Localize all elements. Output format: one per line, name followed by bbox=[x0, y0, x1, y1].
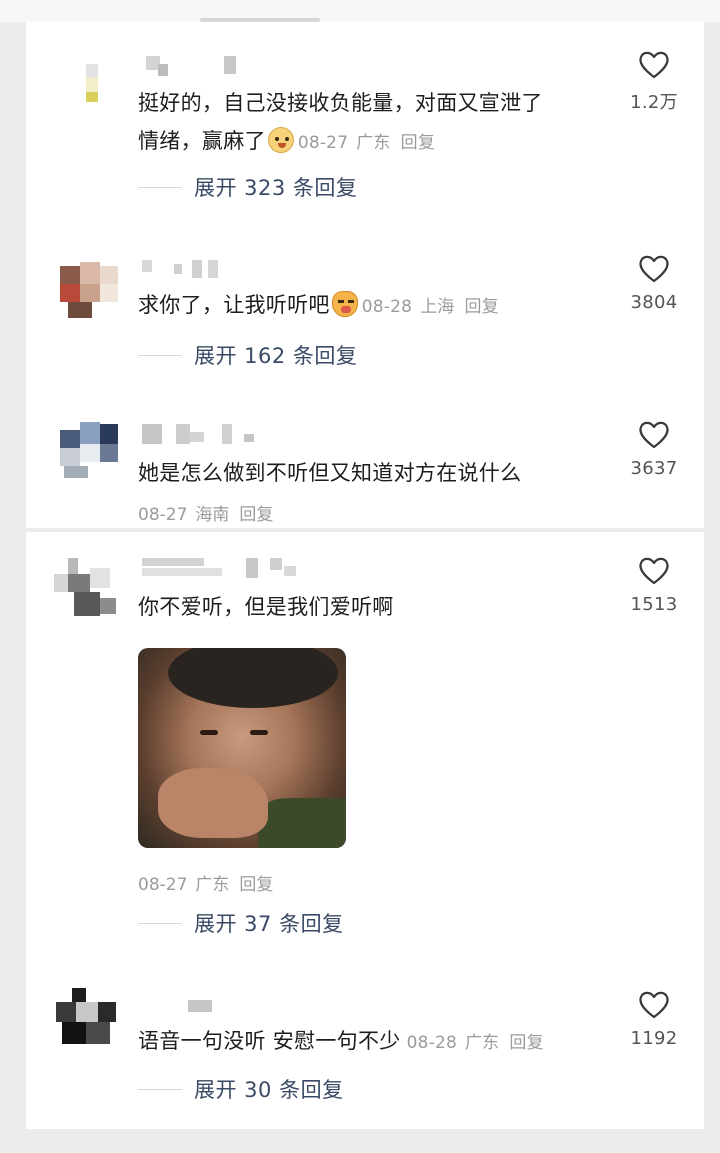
smirk-dog-emoji-icon bbox=[267, 127, 294, 153]
comment-meta: 08-28 广东 回复 bbox=[407, 1033, 544, 1053]
comment-text: 求你了，让我听听吧 08-28 上海 回复 bbox=[138, 286, 618, 326]
comment-location: 广东 bbox=[464, 1033, 500, 1053]
photo-eye bbox=[250, 730, 268, 735]
reply-button[interactable]: 回复 bbox=[239, 875, 273, 895]
photo-hand bbox=[158, 768, 268, 838]
expand-replies-label: 展开 30 条回复 bbox=[194, 1078, 344, 1102]
expand-divider bbox=[138, 354, 182, 356]
comment-text-line2: 情绪，赢麻了 bbox=[138, 129, 266, 153]
comment-location: 广东 bbox=[195, 875, 230, 895]
expand-replies-label: 展开 37 条回复 bbox=[194, 912, 344, 936]
username-blurred[interactable] bbox=[138, 996, 338, 1018]
photo-shirt bbox=[258, 798, 346, 848]
expand-replies-button[interactable]: 展开 37 条回复 bbox=[138, 908, 344, 938]
comment-meta: 08-27 海南 回复 bbox=[138, 500, 273, 525]
photo-eye bbox=[200, 730, 218, 735]
comment-location: 海南 bbox=[195, 505, 230, 525]
comment-meta: 08-27 广东 回复 bbox=[138, 870, 273, 895]
heart-outline-icon bbox=[639, 421, 669, 449]
like-count: 3637 bbox=[630, 458, 678, 479]
expand-divider bbox=[138, 1088, 182, 1090]
meme-photo[interactable] bbox=[138, 648, 346, 848]
avatar[interactable] bbox=[78, 64, 126, 124]
comment-text: 挺好的，自己没接收负能量，对面又宣泄了 情绪，赢麻了 08-27 广东 回复 bbox=[138, 84, 618, 162]
comment-date: 08-27 bbox=[138, 505, 188, 525]
heart-outline-icon bbox=[639, 557, 669, 585]
username-blurred[interactable] bbox=[138, 422, 338, 444]
like-button[interactable]: 3637 bbox=[622, 420, 686, 479]
like-button[interactable]: 3804 bbox=[622, 254, 686, 313]
photo-hair bbox=[168, 648, 338, 708]
comment-location: 广东 bbox=[356, 133, 391, 153]
expand-replies-label: 展开 162 条回复 bbox=[194, 344, 358, 368]
comment-text: 你不爱听，但是我们爱听啊 bbox=[138, 595, 394, 619]
heart-outline-icon bbox=[639, 51, 669, 79]
expand-replies-button[interactable]: 展开 323 条回复 bbox=[138, 172, 357, 202]
top-bar bbox=[0, 0, 720, 22]
heart-outline-icon bbox=[639, 991, 669, 1019]
comment-text: 她是怎么做到不听但又知道对方在说什么 bbox=[138, 461, 522, 485]
crying-cat-emoji-icon bbox=[331, 291, 358, 317]
avatar[interactable] bbox=[60, 262, 120, 320]
username-blurred[interactable] bbox=[138, 556, 338, 578]
avatar[interactable] bbox=[56, 988, 118, 1050]
reply-button[interactable]: 回复 bbox=[465, 297, 499, 317]
expand-divider bbox=[138, 922, 182, 924]
expand-divider bbox=[138, 186, 182, 188]
comment-text: 语音一句没听 安慰一句不少 08-28 广东 回复 bbox=[138, 1022, 638, 1062]
comment-meta: 08-27 广东 回复 bbox=[298, 133, 435, 153]
username-blurred[interactable] bbox=[138, 54, 338, 76]
avatar[interactable] bbox=[60, 422, 120, 480]
reply-button[interactable]: 回复 bbox=[401, 133, 435, 153]
expand-replies-button[interactable]: 展开 162 条回复 bbox=[138, 340, 357, 370]
comment-date: 08-27 bbox=[138, 875, 188, 895]
like-button[interactable]: 1513 bbox=[622, 556, 686, 615]
like-button[interactable]: 1192 bbox=[622, 990, 686, 1049]
reply-button[interactable]: 回复 bbox=[239, 505, 273, 525]
like-count: 1513 bbox=[630, 594, 678, 615]
comment-meta: 08-28 上海 回复 bbox=[362, 297, 499, 317]
comment-text-content: 语音一句没听 安慰一句不少 bbox=[138, 1029, 401, 1053]
heart-outline-icon bbox=[639, 255, 669, 283]
expand-replies-button[interactable]: 展开 30 条回复 bbox=[138, 1074, 344, 1104]
reply-button[interactable]: 回复 bbox=[509, 1033, 543, 1053]
like-count: 1.2万 bbox=[630, 92, 678, 113]
expand-replies-label: 展开 323 条回复 bbox=[194, 176, 358, 200]
comment-date: 08-28 bbox=[406, 1033, 457, 1053]
like-count: 1192 bbox=[630, 1028, 678, 1049]
like-count: 3804 bbox=[630, 292, 678, 313]
comment-location: 上海 bbox=[420, 297, 455, 317]
comment-text-line1: 挺好的，自己没接收负能量，对面又宣泄了 bbox=[138, 91, 543, 115]
comment-panel-1: 挺好的，自己没接收负能量，对面又宣泄了 情绪，赢麻了 08-27 广东 回复 展开 3… bbox=[26, 22, 704, 528]
username-blurred[interactable] bbox=[138, 258, 338, 280]
comment-date: 08-27 bbox=[297, 133, 349, 153]
avatar[interactable] bbox=[54, 558, 120, 620]
comment-date: 08-28 bbox=[361, 297, 413, 317]
comment-text-content: 求你了，让我听听吧 bbox=[138, 293, 330, 317]
comment-panel-2: 你不爱听，但是我们爱听啊 08-27广东回复 展开 37 条回复 1513 bbox=[26, 532, 704, 1129]
like-button[interactable]: 1.2万 bbox=[622, 50, 686, 114]
